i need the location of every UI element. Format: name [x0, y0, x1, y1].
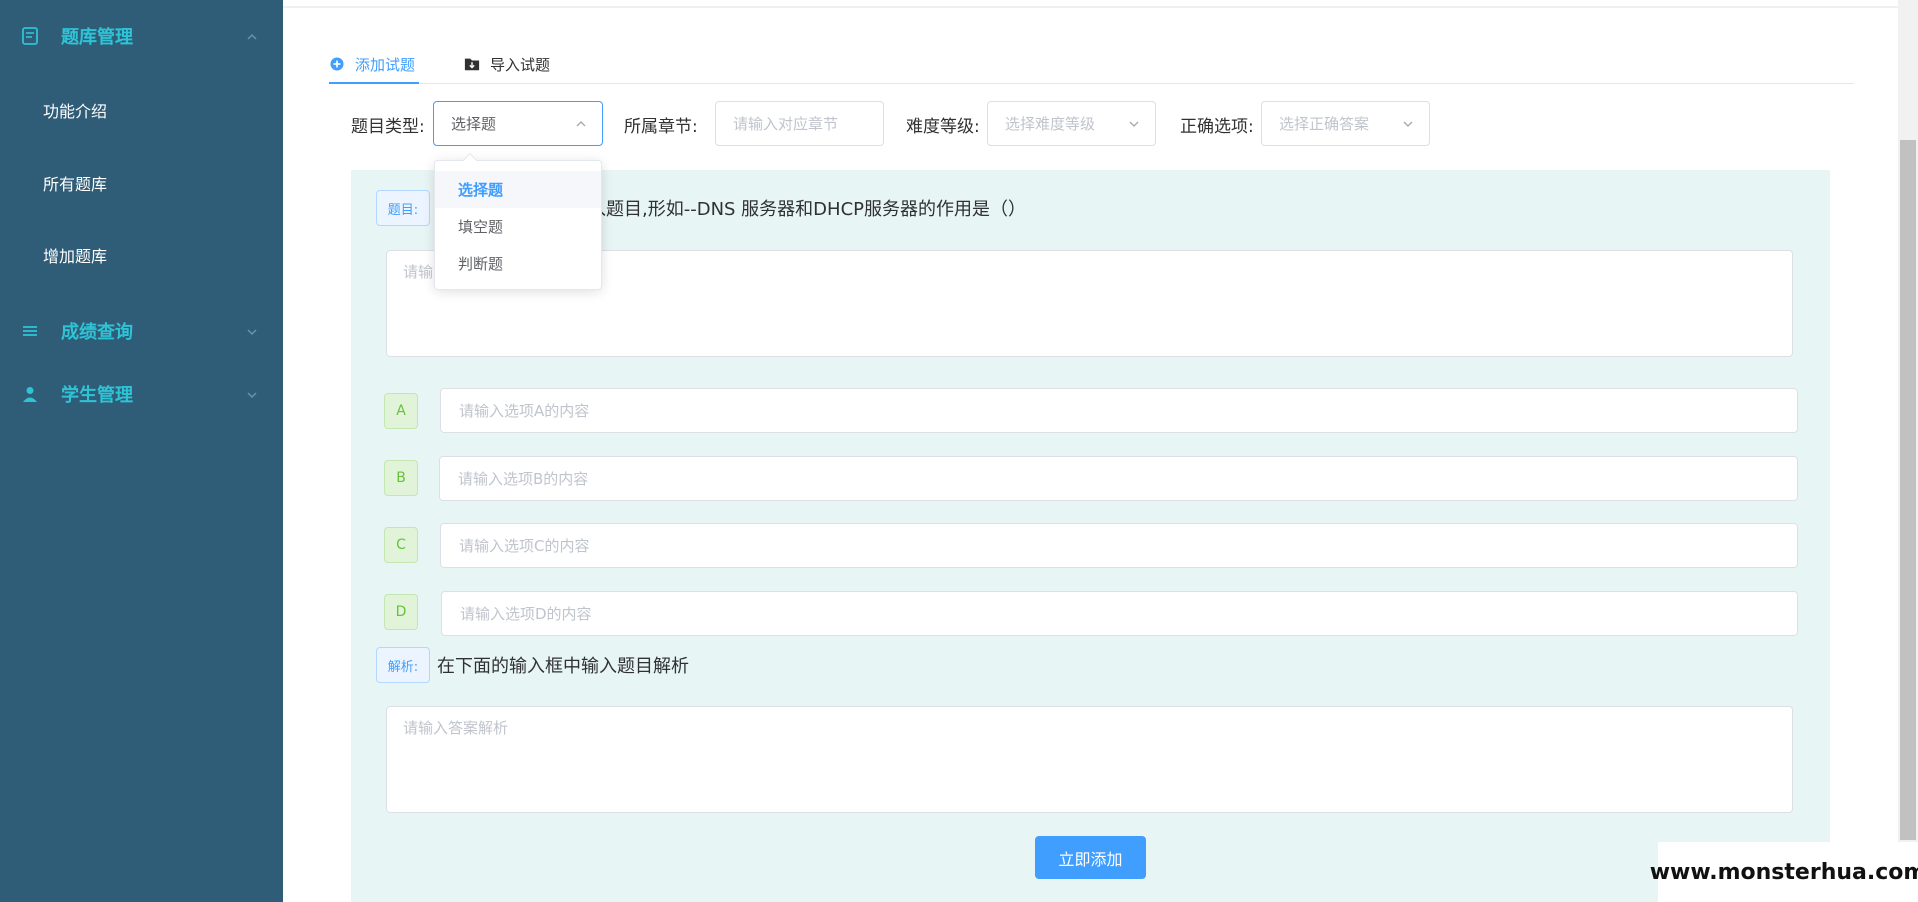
document-icon — [20, 26, 40, 46]
list-icon — [20, 321, 40, 341]
vertical-scrollbar[interactable] — [1898, 0, 1918, 845]
option-d-input[interactable]: 请输入选项D的内容 — [441, 591, 1798, 636]
analysis-hint: 在下面的输入框中输入题目解析 — [437, 656, 689, 677]
submit-button[interactable]: 立即添加 — [1035, 836, 1146, 879]
option-d-tag: D — [384, 594, 418, 630]
question-type-label: 题目类型: — [351, 117, 425, 137]
menu-group-label: 题库管理 — [61, 27, 133, 48]
sidebar-item-all-banks[interactable]: 所有题库 — [43, 171, 107, 195]
option-c-input[interactable]: 请输入选项C的内容 — [440, 523, 1798, 568]
difficulty-select[interactable]: 选择难度等级 — [987, 101, 1156, 146]
menu-group-question-bank[interactable]: 题库管理 — [0, 16, 283, 56]
difficulty-label: 难度等级: — [906, 117, 980, 137]
difficulty-placeholder: 选择难度等级 — [1005, 115, 1096, 133]
analysis-tag: 解析: — [376, 647, 430, 683]
folder-download-icon — [464, 56, 480, 72]
sidebar-item-intro[interactable]: 功能介绍 — [43, 98, 107, 122]
chevron-down-icon — [1401, 117, 1415, 131]
user-icon — [20, 384, 40, 404]
option-a-tag: A — [384, 393, 418, 429]
dropdown-option-fill-blank[interactable]: 填空题 — [435, 208, 601, 245]
option-b-tag: B — [384, 460, 418, 496]
chevron-down-icon — [245, 387, 259, 401]
question-type-value: 选择题 — [451, 115, 497, 133]
question-type-select[interactable]: 选择题 — [433, 101, 603, 146]
option-b-input[interactable]: 请输入选项B的内容 — [439, 456, 1798, 501]
chevron-down-icon — [245, 324, 259, 338]
option-b-placeholder: 请输入选项B的内容 — [458, 470, 589, 488]
menu-group-label: 学生管理 — [61, 385, 133, 406]
tab-import-question[interactable]: 导入试题 — [464, 52, 550, 76]
option-c-placeholder: 请输入选项C的内容 — [459, 537, 590, 555]
question-tag: 题目: — [376, 190, 430, 226]
option-a-placeholder: 请输入选项A的内容 — [459, 402, 590, 420]
chevron-down-icon — [1127, 117, 1141, 131]
dropdown-caret — [462, 152, 478, 168]
question-type-dropdown: 选择题 填空题 判断题 — [434, 152, 602, 290]
plus-circle-icon — [329, 56, 345, 72]
sidebar: 题库管理 功能介绍 所有题库 增加题库 成绩查询 学生管理 — [0, 0, 283, 902]
tab-label: 添加试题 — [355, 55, 416, 74]
chapter-input[interactable]: 请输入对应章节 — [715, 101, 884, 146]
chapter-placeholder: 请输入对应章节 — [733, 115, 839, 133]
sidebar-item-add-bank[interactable]: 增加题库 — [43, 243, 107, 267]
header-divider — [283, 6, 1898, 8]
menu-group-students[interactable]: 学生管理 — [0, 374, 283, 414]
watermark: www.monsterhua.com — [1650, 842, 1918, 902]
option-c-tag: C — [384, 527, 418, 563]
menu-group-grades[interactable]: 成绩查询 — [0, 311, 283, 351]
question-placeholder: 请输 — [403, 263, 434, 281]
chevron-up-icon — [574, 117, 588, 131]
active-tab-indicator — [329, 82, 419, 84]
scrollbar-thumb[interactable] — [1900, 140, 1916, 840]
answer-placeholder: 选择正确答案 — [1279, 115, 1370, 133]
answer-select[interactable]: 选择正确答案 — [1261, 101, 1430, 146]
analysis-placeholder: 请输入答案解析 — [403, 719, 509, 737]
tab-label: 导入试题 — [490, 55, 551, 74]
chapter-label: 所属章节: — [624, 117, 698, 137]
tabs-divider — [329, 83, 1854, 84]
tab-add-question[interactable]: 添加试题 — [329, 52, 415, 76]
answer-label: 正确选项: — [1180, 117, 1254, 137]
dropdown-option-true-false[interactable]: 判断题 — [435, 245, 601, 282]
chevron-up-icon — [245, 29, 259, 43]
option-a-input[interactable]: 请输入选项A的内容 — [440, 388, 1798, 433]
analysis-textarea[interactable]: 请输入答案解析 — [386, 706, 1793, 813]
menu-group-label: 成绩查询 — [61, 322, 133, 343]
question-hint: 入题目,形如--DNS 服务器和DHCP服务器的作用是（） — [588, 199, 1027, 220]
option-d-placeholder: 请输入选项D的内容 — [460, 605, 592, 623]
dropdown-option-choice[interactable]: 选择题 — [435, 171, 601, 208]
